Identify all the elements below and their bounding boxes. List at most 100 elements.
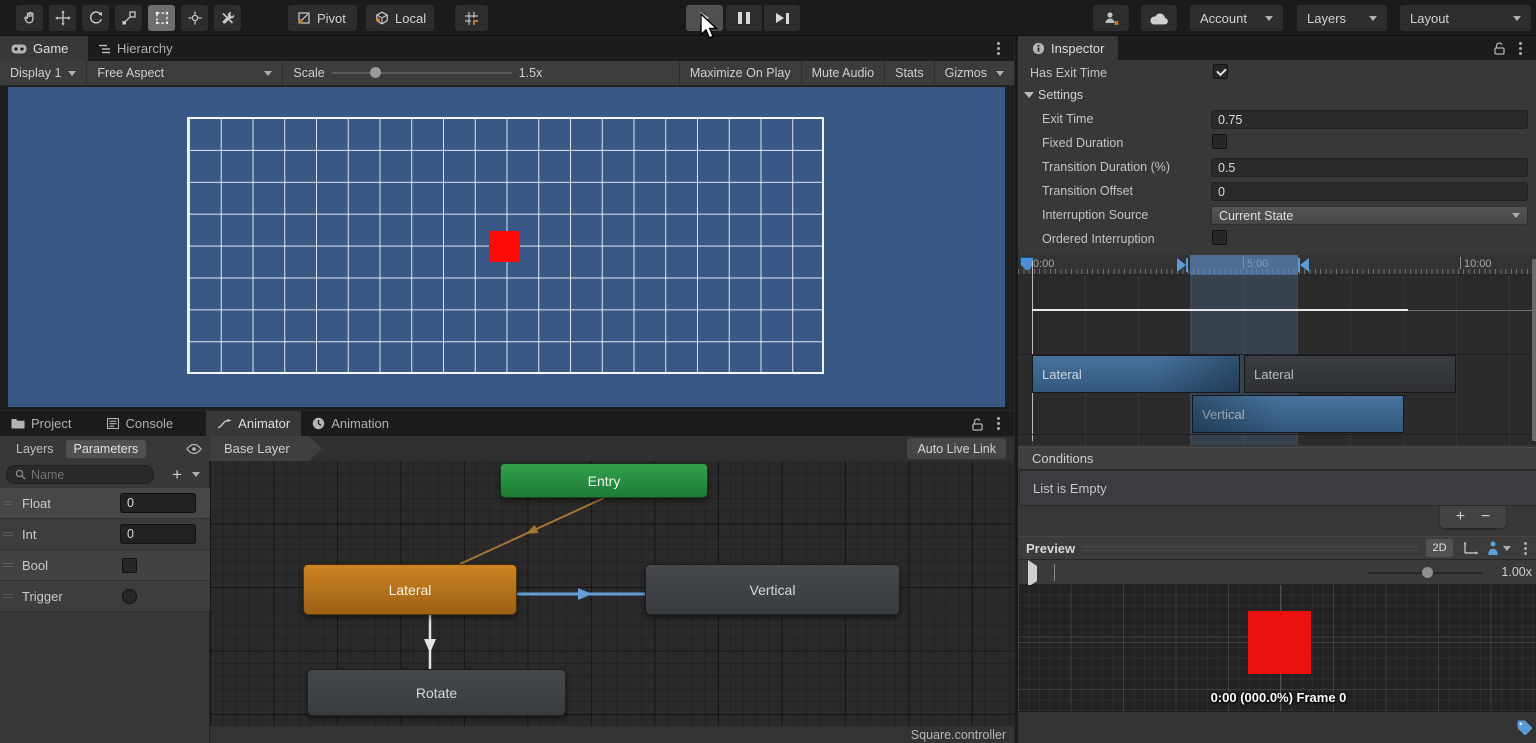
lock-icon[interactable] <box>1493 41 1506 55</box>
animator-graph-canvas[interactable]: Entry Lateral Vertical Rotate Square.con… <box>210 461 1014 743</box>
pivot-toggle-button[interactable]: Pivot <box>288 5 357 31</box>
tab-inspector[interactable]: Inspector <box>1018 36 1118 60</box>
move-tool-button[interactable] <box>49 5 76 31</box>
transition-timeline[interactable]: 0:00 5:00 10:00 Lateral Lateral <box>1018 255 1536 445</box>
timeline-bar-vertical[interactable]: Vertical <box>1192 395 1404 433</box>
preview-menu-button[interactable] <box>1519 537 1531 559</box>
account-dropdown[interactable]: Account <box>1190 5 1283 31</box>
game-panel-menu-button[interactable] <box>990 36 1006 61</box>
auto-live-link-button[interactable]: Auto Live Link <box>907 438 1006 459</box>
inspector-menu-button[interactable] <box>1512 36 1528 60</box>
collab-button[interactable] <box>1093 5 1129 31</box>
transition-offset-field[interactable] <box>1211 182 1528 201</box>
parameters-toggle[interactable]: Parameters <box>66 440 147 458</box>
custom-tool-button[interactable] <box>214 5 241 31</box>
preview-speed-handle[interactable] <box>1422 567 1433 578</box>
tab-animation[interactable]: Animation <box>301 411 400 436</box>
tab-hierarchy[interactable]: Hierarchy <box>88 36 184 61</box>
minus-icon[interactable]: − <box>1481 509 1490 525</box>
scale-tool-button[interactable] <box>115 5 142 31</box>
rotate-tool-button[interactable] <box>82 5 109 31</box>
pause-button[interactable] <box>726 5 762 31</box>
grid-snap-button[interactable] <box>455 5 488 31</box>
animator-panel-menu-button[interactable] <box>990 411 1006 436</box>
preview-2d-button[interactable]: 2D <box>1426 539 1453 557</box>
parameter-row-trigger[interactable]: Trigger <box>0 581 210 612</box>
lock-icon[interactable] <box>971 417 984 431</box>
axis-gizmo-icon[interactable] <box>1461 541 1479 556</box>
parameter-bool-checkbox[interactable] <box>122 558 137 573</box>
timeline-scrollbar[interactable] <box>1532 259 1536 441</box>
breadcrumb-base-layer[interactable]: Base Layer <box>210 436 322 461</box>
tag-icon[interactable] <box>1516 719 1533 736</box>
hand-tool-button[interactable] <box>16 5 43 31</box>
gizmos-label: Gizmos <box>945 66 987 80</box>
add-parameter-button[interactable]: + <box>172 466 182 483</box>
parameter-int-value[interactable] <box>120 524 196 544</box>
parameter-row-bool[interactable]: Bool <box>0 550 210 581</box>
local-toggle-button[interactable]: Local <box>366 5 434 31</box>
interruption-source-dropdown[interactable]: Current State <box>1211 206 1528 225</box>
add-parameter-arrow-icon[interactable] <box>192 472 200 477</box>
step-button[interactable] <box>764 5 800 31</box>
layout-dropdown[interactable]: Layout <box>1400 5 1531 31</box>
tab-console[interactable]: Console <box>96 411 184 436</box>
parameter-name: Float <box>22 496 51 511</box>
parameter-trigger-radio[interactable] <box>122 589 137 604</box>
play-button[interactable] <box>686 5 723 31</box>
game-viewport[interactable] <box>8 87 1005 407</box>
rect-tool-button[interactable] <box>148 5 175 31</box>
cloud-button[interactable] <box>1141 5 1177 31</box>
transition-duration-field[interactable] <box>1211 158 1528 177</box>
tab-animator[interactable]: Animator <box>206 411 301 436</box>
tab-animator-label: Animator <box>238 416 290 431</box>
transform-tool-button[interactable] <box>181 5 208 31</box>
search-input[interactable] <box>31 468 131 482</box>
eye-icon[interactable] <box>186 444 202 454</box>
ordered-interruption-checkbox[interactable] <box>1212 230 1227 245</box>
parameters-panel: + Float Int Bool Trigger <box>0 461 210 743</box>
scale-slider[interactable] <box>332 72 512 74</box>
preview-viewport[interactable]: 0:00 (000.0%) Frame 0 <box>1018 585 1536 711</box>
tab-project[interactable]: Project <box>0 411 82 436</box>
parameter-search-input[interactable] <box>6 465 154 484</box>
preview-scrub-handle[interactable] <box>1054 564 1055 581</box>
state-node-entry[interactable]: Entry <box>500 463 708 498</box>
state-node-vertical[interactable]: Vertical <box>645 564 900 615</box>
parameter-row-float[interactable]: Float <box>0 488 210 519</box>
parameter-float-value[interactable] <box>120 493 196 513</box>
layers-dropdown[interactable]: Layers <box>1297 5 1387 31</box>
preview-controls: 1.00x <box>1018 560 1536 585</box>
timeline-bar-lateral-selected[interactable]: Lateral <box>1032 355 1240 393</box>
transition-end-marker-icon[interactable] <box>1298 258 1309 272</box>
aspect-dropdown[interactable]: Free Aspect <box>87 61 282 85</box>
preview-header[interactable]: Preview 2D <box>1018 536 1536 560</box>
state-node-lateral[interactable]: Lateral <box>303 564 517 615</box>
parameter-name: Bool <box>22 558 48 573</box>
parameter-row-int[interactable]: Int <box>0 519 210 550</box>
display-dropdown[interactable]: Display 1 <box>0 61 86 85</box>
plus-icon[interactable]: + <box>1456 509 1465 525</box>
stats-toggle[interactable]: Stats <box>884 61 934 85</box>
preview-speed-slider[interactable] <box>1367 572 1483 574</box>
scale-slider-handle[interactable] <box>370 67 381 78</box>
gizmos-dropdown[interactable]: Gizmos <box>934 61 1014 85</box>
maximize-on-play-toggle[interactable]: Maximize On Play <box>679 61 801 85</box>
fixed-duration-checkbox[interactable] <box>1212 134 1227 149</box>
layers-toggle[interactable]: Layers <box>8 440 62 458</box>
transition-start-marker-icon[interactable] <box>1177 258 1188 272</box>
tab-game[interactable]: Game <box>0 36 88 61</box>
state-node-rotate[interactable]: Rotate <box>307 669 566 716</box>
foldout-arrow-icon[interactable] <box>1024 92 1034 98</box>
scale-control: Scale 1.5x <box>283 61 552 85</box>
preview-play-button[interactable] <box>1028 566 1037 581</box>
has-exit-time-checkbox[interactable] <box>1213 64 1228 79</box>
timeline-bar-lateral-next[interactable]: Lateral <box>1244 355 1456 393</box>
settings-foldout-label[interactable]: Settings <box>1038 88 1083 102</box>
conditions-list[interactable]: List is Empty <box>1019 470 1536 506</box>
preview-drag-handle[interactable] <box>1083 546 1418 551</box>
exit-time-field[interactable] <box>1211 110 1528 129</box>
breadcrumb-label: Base Layer <box>224 441 290 456</box>
preview-avatar-selector[interactable] <box>1487 541 1511 556</box>
mute-audio-toggle[interactable]: Mute Audio <box>801 61 885 85</box>
